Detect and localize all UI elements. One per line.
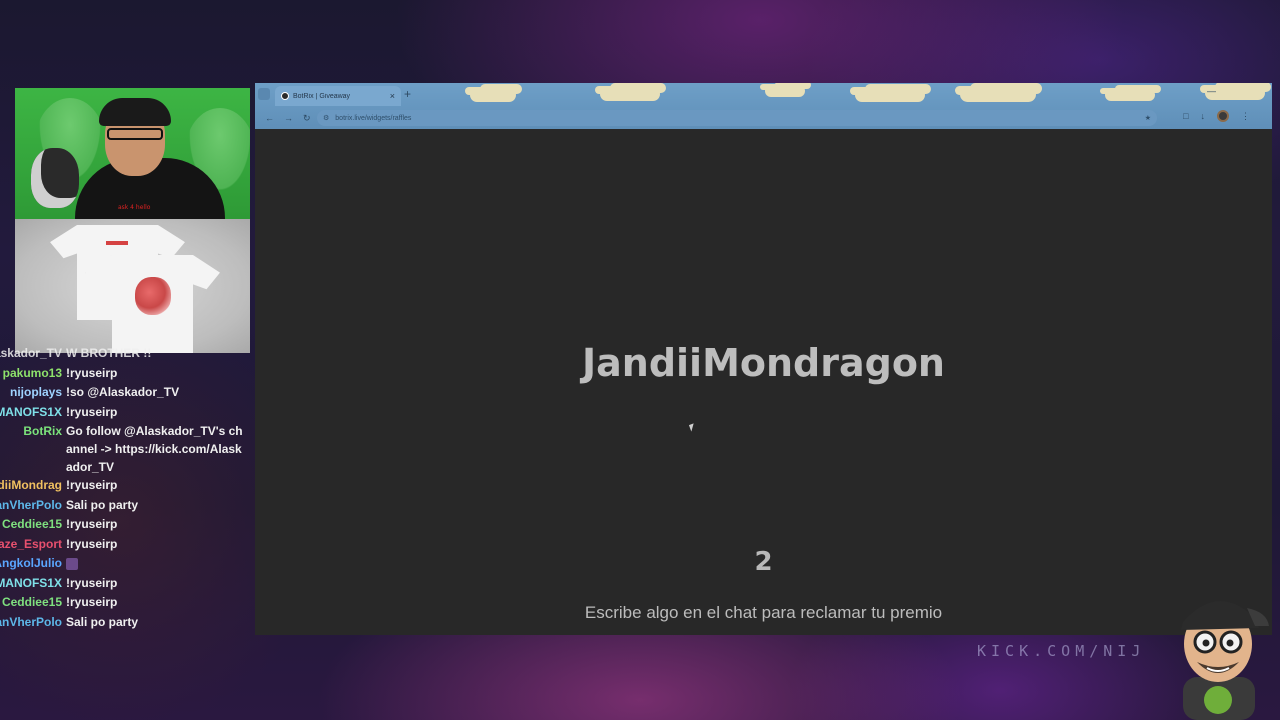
streamer-cap: [99, 98, 171, 126]
streamer-glasses: [107, 128, 163, 140]
browser-tab[interactable]: BotRix | Giveaway ×: [275, 86, 401, 106]
chat-text: Sali po party: [66, 614, 139, 629]
chat-text: [66, 554, 246, 572]
tab-title: BotRix | Giveaway: [293, 92, 351, 100]
chat-username: pakumo13: [2, 365, 62, 380]
botrix-favicon-icon: [281, 92, 289, 100]
merch-panel: [15, 219, 250, 353]
chat-text: Sali po party: [66, 497, 139, 512]
chat-username: JandiiMondrag...: [0, 478, 62, 492]
chat-text: W BROTHER !!: [66, 346, 152, 360]
chat-username: JanVherPolo: [0, 614, 62, 629]
winner-name: JandiiMondragon: [581, 341, 945, 385]
chat-message: BotRix Go follow @Alaskador_TV's channel …: [0, 422, 255, 476]
chat-text: !ryuseirp: [66, 404, 118, 419]
chat-message: Ceddiee15 !ryuseirp: [0, 593, 255, 613]
chat-username: Ceddiee15: [1, 517, 62, 531]
chat-text: !ryuseirp: [66, 478, 118, 492]
channel-watermark: KICK.COM/NIJ: [977, 642, 1146, 660]
chat-text: !ryuseirp: [66, 536, 118, 551]
chat-username: Blaze_Esport: [0, 536, 62, 551]
site-info-icon[interactable]: ⚙: [323, 114, 329, 122]
forward-button[interactable]: →: [284, 113, 293, 123]
chat-username: MANOFS1X: [0, 575, 62, 590]
webcam-feed: ask 4 hello: [15, 88, 250, 219]
shirt-art: [135, 277, 171, 315]
chat-username: Ceddiee15: [1, 595, 62, 609]
chat-text: !so @Alaskador_TV: [66, 385, 180, 399]
profile-avatar-icon[interactable]: [1217, 110, 1229, 122]
url-text: botrix.live/widgets/raffles: [335, 114, 412, 122]
chat-message: MANOFS1X !ryuseirp: [0, 574, 255, 594]
chat-message: pakumo13 !ryuseirp: [0, 364, 255, 384]
minimize-button[interactable]: —: [1207, 86, 1216, 96]
streamer-mascot-avatar: [1181, 600, 1269, 720]
chat-text: !ryuseirp: [66, 365, 118, 380]
chat-message: AngkolJulio: [0, 554, 255, 574]
chat-text: Go follow @Alaskador_TV's channel -> htt…: [66, 424, 243, 474]
chat-username: MANOFS1X: [0, 404, 62, 419]
chat-text: !ryuseirp: [66, 595, 118, 609]
cloud-decoration: [1105, 89, 1155, 101]
cloud-decoration: [765, 85, 805, 97]
chat-emote-icon: [66, 557, 78, 570]
chat-username: AngkolJulio: [0, 556, 62, 570]
menu-icon[interactable]: ⋮: [1241, 111, 1250, 122]
shirt-logo: [106, 241, 128, 245]
extensions-icon[interactable]: □: [1183, 111, 1188, 121]
bookmark-star-icon[interactable]: ★: [1145, 114, 1151, 122]
chat-username: JanVherPolo: [0, 497, 62, 512]
chat-message: Ceddiee15 !ryuseirp: [0, 515, 255, 535]
browser-window: BotRix | Giveaway × + — ← → ↻ ⚙ botrix.l…: [255, 83, 1272, 635]
cloud-decoration: [960, 87, 1036, 102]
back-button[interactable]: ←: [265, 113, 274, 123]
cloud-decoration: [470, 88, 516, 102]
browser-chrome: BotRix | Giveaway × + — ← → ↻ ⚙ botrix.l…: [255, 83, 1272, 129]
chat-message: JandiiMondrag... !ryuseirp: [0, 476, 255, 496]
chat-message: nijoplays !so @Alaskador_TV: [0, 383, 255, 403]
chat-message: JanVherPolo Sali po party: [0, 496, 255, 516]
mouse-cursor-icon: [688, 423, 697, 432]
downloads-icon[interactable]: ↓: [1201, 111, 1206, 121]
raffle-widget-page: JandiiMondragon 2 Escribe algo en el cha…: [255, 129, 1272, 635]
close-tab-icon[interactable]: ×: [390, 91, 395, 101]
chat-overlay: Alaskador_TV W BROTHER !! pakumo13 !ryuseir…: [0, 344, 255, 632]
reload-button[interactable]: ↻: [303, 113, 311, 124]
toolbar-icons: □ ↓ ⋮: [1183, 110, 1250, 122]
dog-figure: [31, 148, 79, 208]
tab-menu-icon[interactable]: [258, 88, 270, 100]
shirt-print: ask 4 hello: [118, 204, 151, 211]
new-tab-button[interactable]: +: [404, 87, 411, 101]
cloud-decoration: [855, 88, 925, 102]
cloud-decoration: [600, 87, 660, 101]
chat-username: Alaskador_TV: [0, 346, 62, 360]
countdown-number: 2: [754, 547, 773, 577]
chat-username: nijoplays: [9, 385, 62, 399]
claim-instructions: Escribe algo en el chat para reclamar tu…: [584, 603, 943, 622]
address-bar[interactable]: ⚙ botrix.live/widgets/raffles ★: [317, 110, 1157, 126]
chat-text: !ryuseirp: [66, 575, 118, 590]
chat-text: !ryuseirp: [66, 517, 118, 531]
chat-message: JanVherPolo Sali po party: [0, 613, 255, 633]
chat-message: Alaskador_TV W BROTHER !!: [0, 344, 255, 364]
chat-message: Blaze_Esport !ryuseirp: [0, 535, 255, 555]
chat-message: MANOFS1X !ryuseirp: [0, 403, 255, 423]
chat-username: BotRix: [23, 424, 62, 438]
